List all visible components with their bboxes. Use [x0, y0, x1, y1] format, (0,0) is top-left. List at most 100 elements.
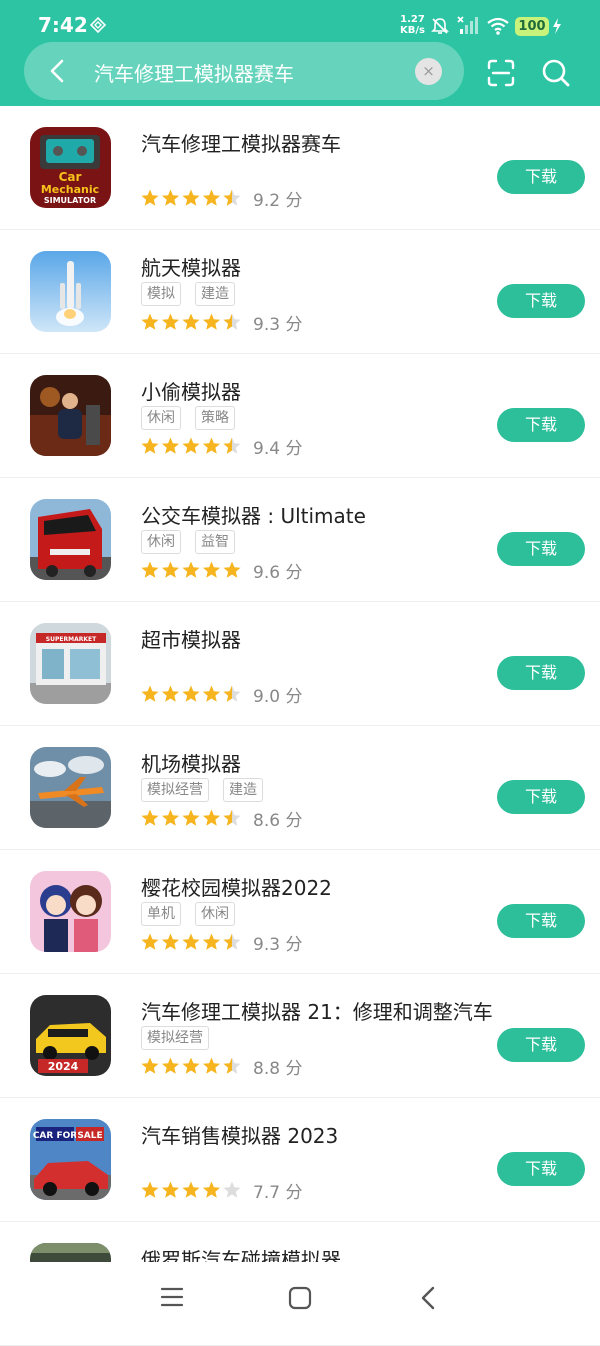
status-time: 7:42: [38, 13, 88, 37]
download-button[interactable]: 下载: [497, 780, 585, 814]
app-name: 汽车修理工模拟器赛车: [141, 132, 341, 156]
star-icon: [202, 933, 221, 950]
list-item[interactable]: 小偷模拟器 休闲 策略 9.4 分 下载: [0, 354, 600, 478]
list-item[interactable]: 2024 汽车修理工模拟器 21：修理和调整汽车 模拟经营 8.8 分 下载: [0, 974, 600, 1098]
battery-level: 100: [515, 17, 549, 36]
clear-search-button[interactable]: ×: [415, 58, 442, 85]
star-icon: [161, 189, 180, 206]
icon-text: Car: [59, 170, 82, 184]
app-name: 公交车模拟器 : Ultimate: [141, 504, 366, 528]
download-button[interactable]: 下载: [497, 160, 585, 194]
star-icon: [161, 561, 180, 578]
app-score: 9.4 分: [253, 439, 303, 459]
star-icon: [202, 1057, 221, 1074]
search-input[interactable]: [92, 56, 406, 88]
star-icon: [161, 1181, 180, 1198]
back-icon[interactable]: [418, 1285, 438, 1311]
app-score: 9.2 分: [253, 191, 303, 211]
star-rating-icon: [141, 189, 241, 206]
app-tag: 建造: [195, 282, 235, 306]
app-tags: 休闲 策略: [141, 406, 249, 432]
app-score: 9.3 分: [253, 935, 303, 955]
system-nav-bar: [0, 1262, 600, 1333]
search-bar: ×: [24, 42, 464, 100]
app-icon-car-mechanic: Car Mechanic SIMULATOR: [30, 127, 111, 208]
download-button[interactable]: 下载: [497, 532, 585, 566]
app-tags: 模拟经营: [141, 1026, 223, 1052]
scan-icon[interactable]: [486, 58, 516, 88]
list-item[interactable]: CAR FOR SALE 汽车销售模拟器 2023 7.7 分 下载: [0, 1098, 600, 1222]
star-icon: [202, 685, 221, 702]
app-tag: 休闲: [141, 406, 181, 430]
icon-text: 2024: [48, 1060, 79, 1073]
star-icon: [182, 313, 200, 330]
star-icon: [141, 933, 159, 950]
app-name: 小偷模拟器: [141, 380, 241, 404]
star-rating-icon: [141, 809, 241, 826]
app-icon-sakura-school: [30, 871, 111, 952]
star-icon: [182, 561, 200, 578]
app-tag: 休闲: [195, 902, 235, 926]
bolt-icon: [553, 18, 561, 34]
download-button[interactable]: 下载: [497, 1152, 585, 1186]
list-item[interactable]: Car Mechanic SIMULATOR 汽车修理工模拟器赛车 9.2 分 …: [0, 106, 600, 230]
app-tag: 益智: [195, 530, 235, 554]
search-icon[interactable]: [541, 58, 571, 88]
app-score: 7.7 分: [253, 1183, 303, 1203]
list-item[interactable]: 樱花校园模拟器2022 单机 休闲 9.3 分 下载: [0, 850, 600, 974]
star-icon: [182, 437, 200, 454]
star-rating-icon: [141, 685, 241, 702]
app-name: 航天模拟器: [141, 256, 241, 280]
app-score: 8.8 分: [253, 1059, 303, 1079]
app-icon-bus: [30, 499, 111, 580]
star-icon: [202, 809, 221, 826]
star-rating-icon: [141, 1181, 241, 1198]
list-item[interactable]: 机场模拟器 模拟经营 建造 8.6 分 下载: [0, 726, 600, 850]
home-icon[interactable]: [288, 1286, 312, 1310]
star-icon: [202, 189, 221, 206]
back-arrow-icon[interactable]: [44, 56, 72, 86]
star-icon: [182, 189, 200, 206]
app-tags: 休闲 益智: [141, 530, 249, 556]
star-icon: [141, 561, 159, 578]
app-score: 9.6 分: [253, 563, 303, 583]
star-rating-icon: [141, 561, 241, 578]
star-icon: [161, 313, 180, 330]
download-button[interactable]: 下载: [497, 904, 585, 938]
app-tag: 休闲: [141, 530, 181, 554]
download-button[interactable]: 下载: [497, 408, 585, 442]
icon-text: SALE: [77, 1131, 102, 1141]
download-button[interactable]: 下载: [497, 1028, 585, 1062]
icon-text: SUPERMARKET: [46, 636, 97, 643]
star-icon: [141, 1181, 159, 1198]
star-icon: [182, 1057, 200, 1074]
app-name: 汽车销售模拟器 2023: [141, 1124, 339, 1148]
app-list: Car Mechanic SIMULATOR 汽车修理工模拟器赛车 9.2 分 …: [0, 106, 600, 1346]
star-rating-icon: [141, 437, 241, 454]
app-icon-spaceflight: [30, 251, 111, 332]
app-icon-car-mechanic-21: 2024: [30, 995, 111, 1076]
star-icon: [182, 685, 200, 702]
star-icon: [141, 809, 159, 826]
signal-icon: [457, 16, 478, 34]
list-item[interactable]: 航天模拟器 模拟 建造 9.3 分 下载: [0, 230, 600, 354]
star-icon: [141, 189, 159, 206]
list-item[interactable]: 公交车模拟器 : Ultimate 休闲 益智 9.6 分 下载: [0, 478, 600, 602]
list-item[interactable]: SUPERMARKET 超市模拟器 9.0 分 下载: [0, 602, 600, 726]
app-tags: 模拟经营 建造: [141, 778, 277, 804]
menu-icon[interactable]: [160, 1286, 184, 1308]
app-name: 樱花校园模拟器2022: [141, 876, 332, 900]
star-icon: [161, 1057, 180, 1074]
network-speed: 1.27 KB/s: [400, 14, 425, 36]
app-tags: 单机 休闲: [141, 902, 249, 928]
app-name: 汽车修理工模拟器 21：修理和调整汽车: [141, 1000, 493, 1024]
app-tags: 模拟 建造: [141, 282, 249, 308]
download-button[interactable]: 下载: [497, 284, 585, 318]
nfc-icon: [90, 17, 106, 33]
app-tag: 模拟: [141, 282, 181, 306]
star-rating-icon: [141, 933, 241, 950]
star-rating-icon: [141, 1057, 241, 1074]
app-icon-supermarket: SUPERMARKET: [30, 623, 111, 704]
download-button[interactable]: 下载: [497, 656, 585, 690]
app-score: 8.6 分: [253, 811, 303, 831]
